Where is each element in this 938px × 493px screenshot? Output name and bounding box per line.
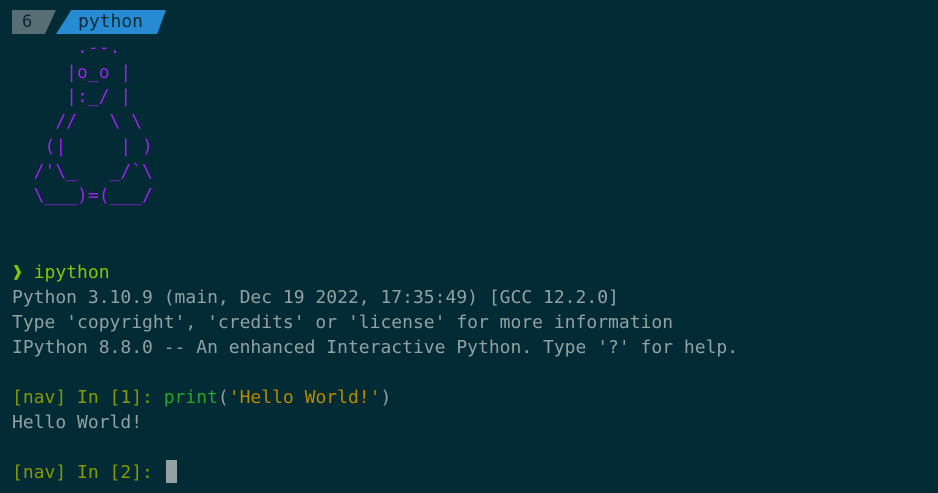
tab-number[interactable]: 6 bbox=[12, 10, 56, 34]
input-line-2[interactable]: [nav] In [2]: bbox=[12, 460, 928, 485]
code-function: print bbox=[163, 387, 218, 408]
text-cursor[interactable] bbox=[165, 460, 177, 483]
prompt-chevron-icon: ❱ bbox=[12, 262, 23, 283]
terminal-output[interactable]: ❱ ipython Python 3.10.9 (main, Dec 19 20… bbox=[12, 260, 928, 485]
command-line: ❱ ipython bbox=[12, 260, 928, 285]
input-prompt-1: [nav] In [1]: bbox=[12, 387, 164, 408]
code-open-paren: ( bbox=[217, 387, 229, 408]
tux-ascii-art: .--. |o_o | |:_/ | // \ \ (| | ) /'\_ _/… bbox=[33, 37, 153, 207]
input-line-1: [nav] In [1]: print('Hello World!') bbox=[12, 385, 928, 410]
output-line-1: Hello World! bbox=[12, 412, 143, 433]
command-text: ipython bbox=[33, 262, 110, 283]
banner-line-2: Type 'copyright', 'credits' or 'license'… bbox=[12, 312, 674, 333]
input-prompt-2: [nav] In [2]: bbox=[12, 462, 164, 483]
code-close-paren: ) bbox=[380, 387, 392, 408]
banner-line-1: Python 3.10.9 (main, Dec 19 2022, 17:35:… bbox=[12, 287, 619, 308]
tab-python[interactable]: python bbox=[56, 10, 166, 34]
banner-line-3: IPython 8.8.0 -- An enhanced Interactive… bbox=[12, 337, 739, 358]
code-string: 'Hello World!' bbox=[228, 387, 381, 408]
